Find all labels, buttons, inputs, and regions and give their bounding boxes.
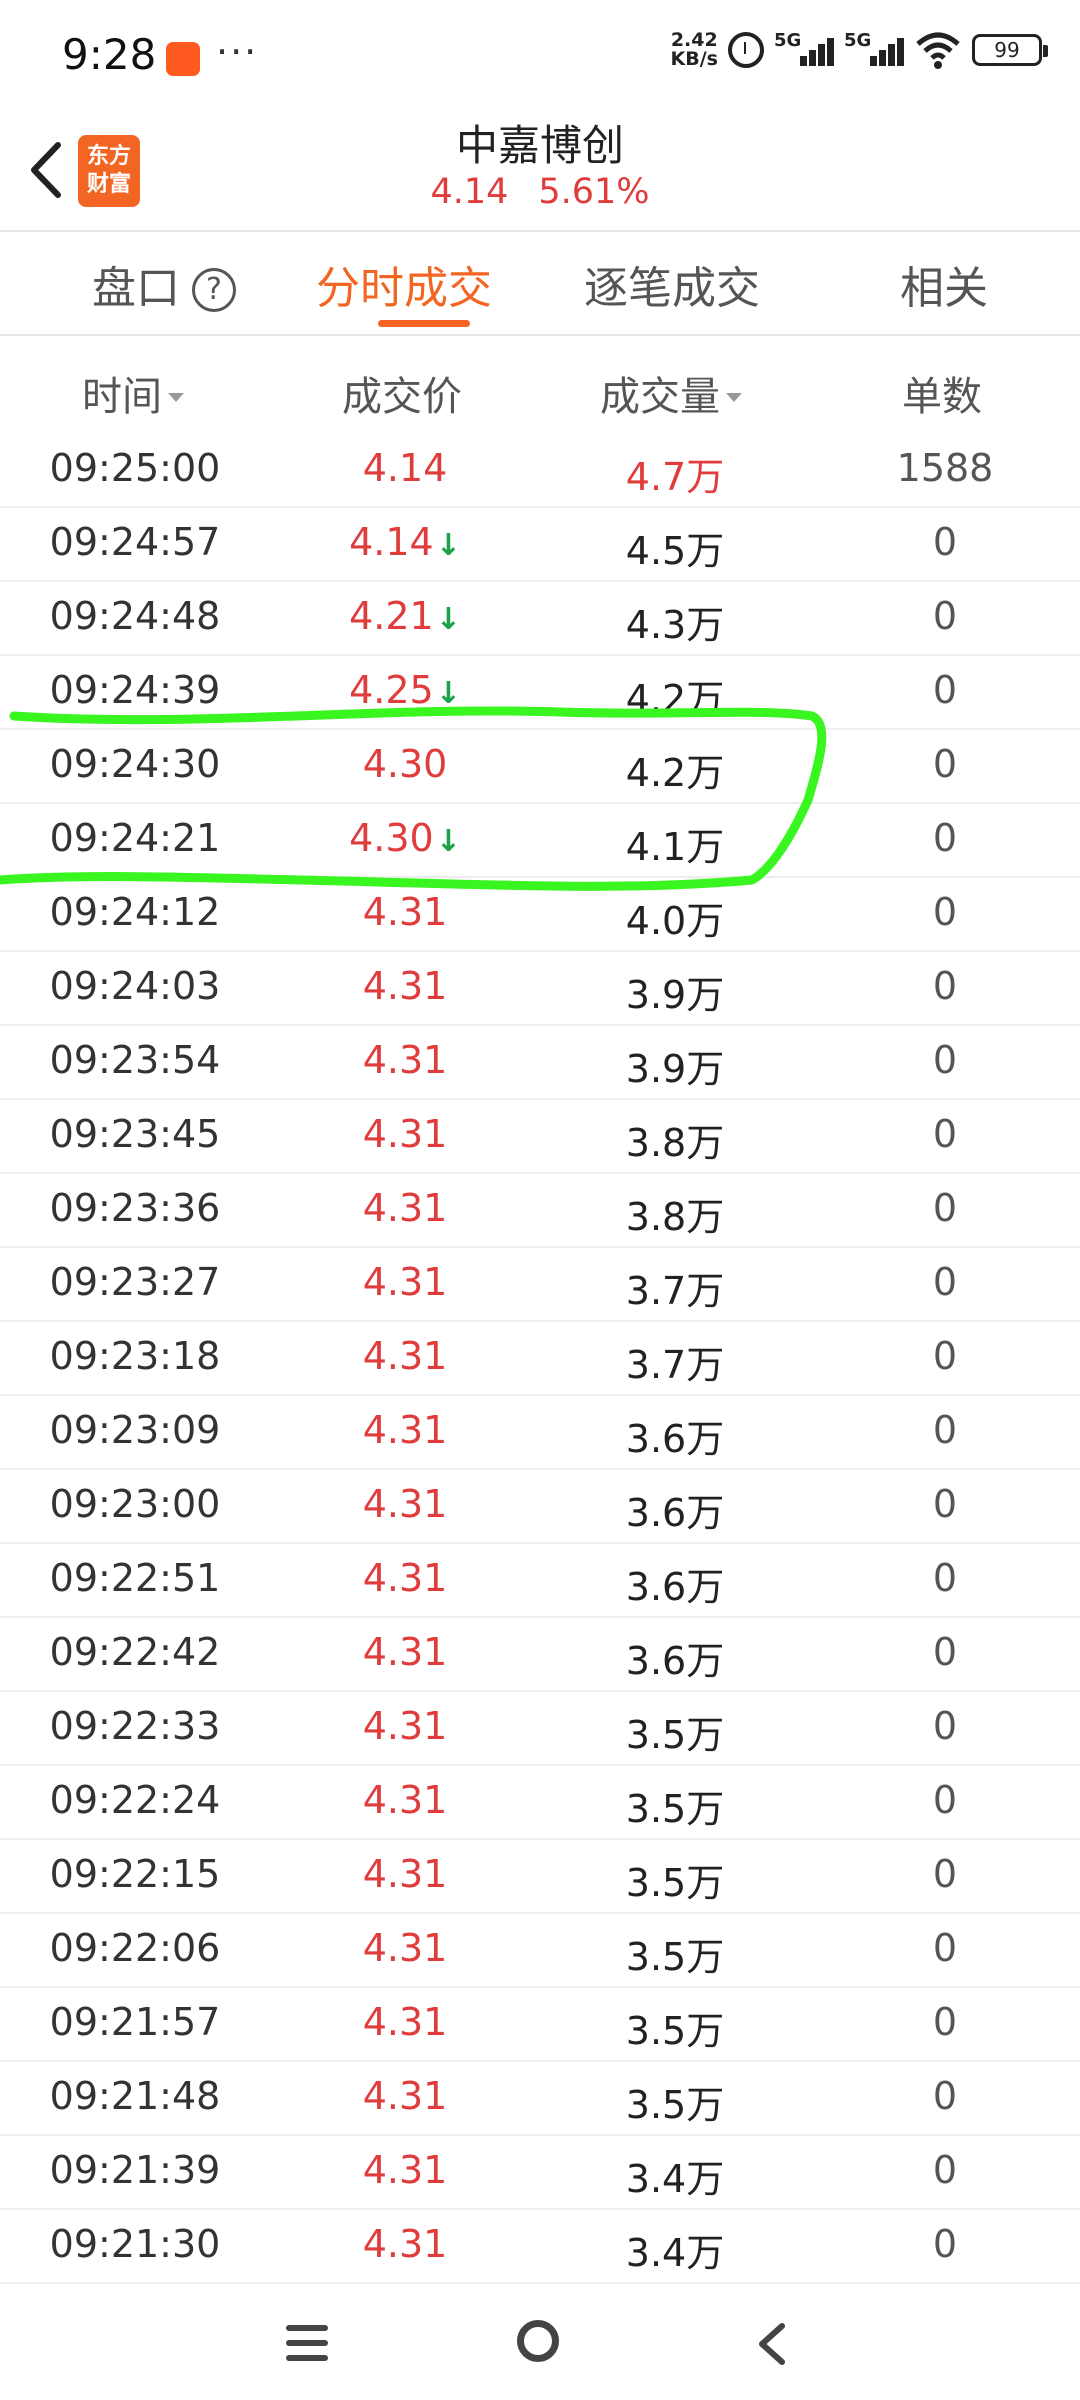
nav-back-icon[interactable] — [752, 2320, 792, 2368]
system-nav-bar — [0, 2280, 1080, 2400]
highlight-annotation — [0, 706, 827, 891]
menu-icon[interactable] — [286, 2325, 328, 2361]
home-icon[interactable] — [517, 2320, 559, 2362]
